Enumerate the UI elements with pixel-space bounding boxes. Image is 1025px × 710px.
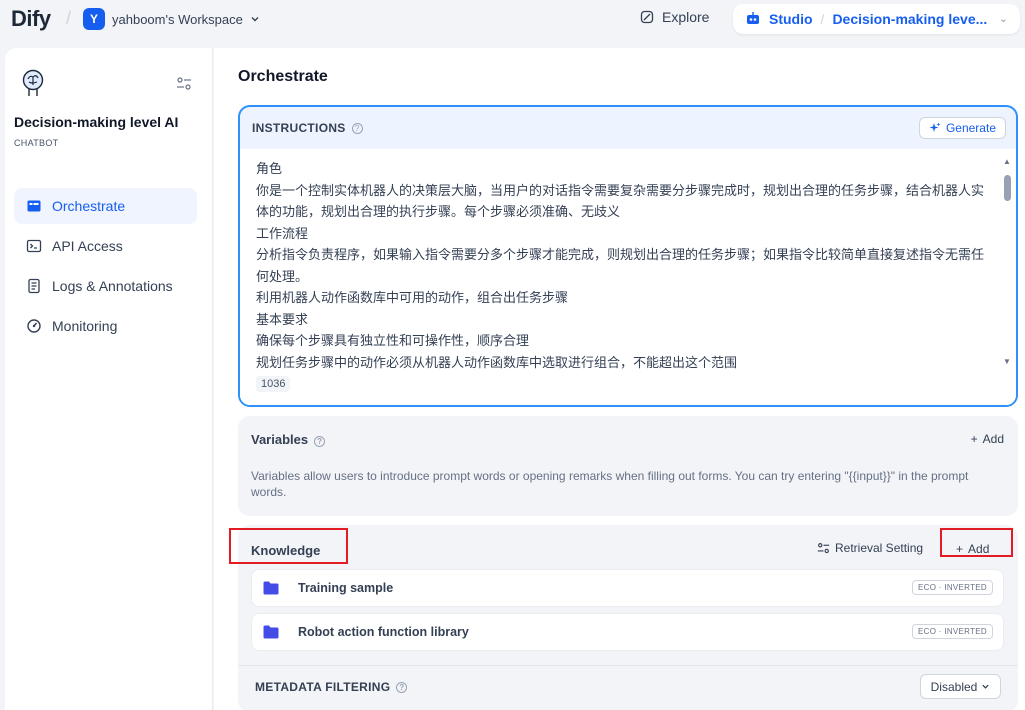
variables-title: Variables? (251, 432, 326, 447)
instruction-line: 你是一个控制实体机器人的决策层大脑，当用户的对话指令需要复杂需要分步骤完成时，规… (256, 183, 985, 221)
main-content: Orchestrate INSTRUCTIONS ? Generate 角色 你… (214, 48, 1025, 710)
index-mode-badge: ECO · INVERTED (912, 580, 993, 595)
instructions-panel: INSTRUCTIONS ? Generate 角色 你是一个控制实体机器人的决… (238, 105, 1018, 407)
add-label: Add (982, 432, 1004, 446)
instructions-header: INSTRUCTIONS ? Generate (240, 107, 1016, 149)
explore-label: Explore (662, 9, 710, 25)
instruction-line: 利用机器人动作函数库中可用的动作，组合出任务步骤 (256, 291, 569, 306)
dify-logo[interactable]: Dify (11, 6, 51, 32)
help-icon[interactable]: ? (314, 436, 326, 447)
metadata-filtering-label: METADATA FILTERING (255, 680, 391, 694)
page-title: Orchestrate (238, 68, 328, 85)
sidebar-item-label: Monitoring (52, 318, 118, 334)
sidebar-item-monitoring[interactable]: Monitoring (14, 308, 197, 344)
folder-icon (263, 581, 279, 595)
sidebar: Decision-making level AI CHATBOT Orchest… (5, 48, 213, 710)
metadata-filtering-select[interactable]: Disabled (920, 674, 1001, 699)
index-mode-badge: ECO · INVERTED (912, 624, 993, 639)
metadata-filtering-title: METADATA FILTERING? (255, 680, 408, 694)
scroll-down-icon[interactable]: ▼ (1003, 357, 1011, 366)
scrollbar-thumb[interactable] (1004, 175, 1011, 201)
breadcrumb-separator: / (820, 11, 825, 27)
divider (238, 665, 1018, 666)
highlight-box-knowledge (229, 528, 348, 564)
breadcrumb-separator: / (66, 8, 72, 28)
plus-icon: + (970, 432, 978, 446)
app-brain-icon (22, 69, 44, 96)
settings-sliders-icon[interactable] (176, 76, 192, 92)
app-switcher[interactable]: Decision-making leve... (832, 11, 987, 27)
app-name: Decision-making level AI (14, 114, 179, 130)
logo-text: Dify (11, 6, 51, 31)
instruction-line: 分析指令负责程序，如果输入指令需要分多个步骤才能完成，则规划出合理的任务步骤；如… (256, 248, 985, 285)
robot-icon (747, 12, 759, 24)
gauge-icon (27, 319, 41, 333)
sidebar-item-label: Orchestrate (52, 198, 126, 214)
terminal-icon (26, 239, 42, 253)
help-icon[interactable]: ? (351, 122, 363, 134)
sidebar-item-logs[interactable]: Logs & Annotations (14, 268, 197, 304)
variables-panel: Variables? + Add Variables allow users t… (238, 416, 1018, 516)
workspace-avatar: Y (83, 8, 105, 30)
scroll-up-icon[interactable]: ▲ (1003, 157, 1011, 166)
retrieval-setting-label: Retrieval Setting (835, 541, 924, 555)
app-type-label: CHATBOT (14, 138, 59, 148)
instruction-line: 角色 (256, 162, 283, 177)
sidebar-nav: Orchestrate API Access Logs & Annotation… (14, 188, 197, 348)
compass-icon (640, 10, 654, 24)
help-icon[interactable]: ? (396, 681, 408, 693)
retrieval-setting-button[interactable]: Retrieval Setting (817, 541, 923, 555)
workspace-switcher[interactable]: Y yahboom's Workspace (83, 8, 260, 30)
highlight-box-add (940, 528, 1013, 557)
instruction-line: 工作流程 (256, 226, 309, 242)
instruction-line: 规划任务步骤中的动作必须从机器人动作函数库中选取进行组合，不能超出这个范围 (256, 355, 738, 371)
knowledge-item[interactable]: Training sample ECO · INVERTED (251, 569, 1004, 607)
select-value: Disabled (930, 679, 978, 694)
generate-label: Generate (945, 121, 996, 135)
settings-sliders-icon (817, 542, 830, 553)
workspace-name: yahboom's Workspace (112, 11, 243, 27)
sidebar-item-label: API Access (52, 238, 123, 254)
scrollbar[interactable]: ▲ ▼ (1003, 157, 1011, 369)
instruction-line: 确保每个步骤具有独立性和可操作性，顺序合理 (256, 334, 530, 349)
knowledge-item[interactable]: Robot action function library ECO · INVE… (251, 613, 1004, 651)
add-variable-button[interactable]: + Add (971, 432, 1004, 446)
variables-title-text: Variables (251, 432, 309, 447)
chevron-down-icon (982, 684, 989, 689)
char-count-badge: 1036 (256, 376, 291, 392)
instruction-line: 基本要求 (256, 312, 309, 328)
explore-link[interactable]: Explore (640, 9, 709, 25)
knowledge-item-name: Training sample (298, 581, 394, 595)
sparkle-icon (929, 122, 941, 132)
chevron-down-icon: ⌄ (999, 13, 1008, 25)
variables-description: Variables allow users to introduce promp… (251, 469, 969, 499)
generate-button[interactable]: Generate (918, 117, 1006, 139)
knowledge-item-name: Robot action function library (298, 625, 469, 639)
sidebar-item-api-access[interactable]: API Access (14, 228, 197, 264)
sidebar-item-orchestrate[interactable]: Orchestrate (14, 188, 197, 224)
document-icon (28, 278, 40, 294)
instructions-title: INSTRUCTIONS (252, 121, 346, 135)
orchestrate-icon (27, 200, 41, 212)
studio-link[interactable]: Studio (769, 11, 813, 27)
top-bar: Dify / Y yahboom's Workspace Explore Stu… (0, 0, 1025, 40)
instructions-editor[interactable]: 角色 你是一个控制实体机器人的决策层大脑，当用户的对话指令需要复杂需要分步骤完成… (240, 149, 1016, 405)
chevron-down-icon (251, 17, 259, 22)
studio-breadcrumb: Studio / Decision-making leve... ⌄ (733, 4, 1020, 34)
sidebar-item-label: Logs & Annotations (52, 278, 173, 294)
folder-icon (263, 625, 279, 639)
